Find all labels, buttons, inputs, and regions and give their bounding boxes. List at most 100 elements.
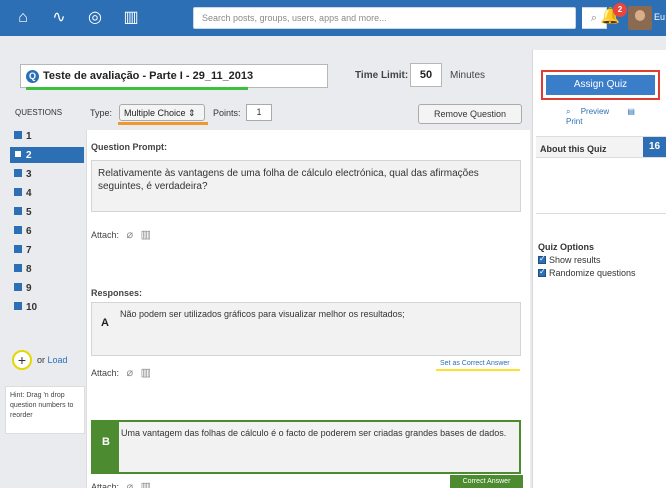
question-number: 2 [26, 150, 32, 161]
home-icon[interactable]: ⌂ [12, 8, 34, 28]
question-item[interactable]: 4 [14, 185, 84, 201]
response-a-textarea[interactable]: Não podem ser utilizados gráficos para v… [120, 308, 514, 350]
add-question-button[interactable]: + [12, 350, 32, 370]
points-input[interactable]: 1 [246, 104, 272, 121]
question-number: 8 [26, 264, 32, 275]
points-label: Points: [213, 108, 241, 118]
randomize-questions-label: Randomize questions [549, 268, 636, 278]
question-prompt-textarea[interactable]: Relativamente às vantagens de uma folha … [91, 160, 521, 212]
preview-link[interactable]: ⌕ Preview [566, 107, 617, 116]
notification-badge: 2 [613, 3, 627, 17]
question-item[interactable]: 10 [14, 299, 84, 315]
time-limit-input[interactable]: 50 [410, 63, 442, 87]
attach-label: Attach: [91, 368, 120, 378]
paperclip-icon[interactable]: ⌀ [127, 481, 134, 488]
question-square-icon [14, 169, 22, 177]
question-number: 4 [26, 188, 32, 199]
response-b-textarea[interactable]: Uma vantagem das folhas de cálculo é o f… [121, 427, 513, 469]
prompt-attach-row: Attach: ⌀ ▥ [91, 228, 151, 241]
attach-label: Attach: [91, 230, 120, 240]
correct-answer-badge: Correct Answer [450, 475, 523, 488]
question-item[interactable]: 9 [14, 280, 84, 296]
question-number: 9 [26, 283, 32, 294]
assign-quiz-highlight: Assign Quiz [541, 70, 660, 100]
question-item[interactable]: 8 [14, 261, 84, 277]
question-prompt-label: Question Prompt: [91, 142, 167, 152]
about-quiz-count-badge: 16 [643, 137, 666, 157]
randomize-questions-checkbox[interactable]: Randomize questions [538, 267, 636, 278]
printer-icon: ▤ [627, 107, 635, 116]
question-type-value: Multiple Choice [124, 108, 186, 118]
remove-question-button[interactable]: Remove Question [418, 104, 522, 124]
book-icon[interactable]: ▥ [120, 8, 142, 28]
user-avatar[interactable] [628, 6, 652, 30]
question-item[interactable]: 5 [14, 204, 84, 220]
quiz-options-title: Quiz Options [538, 242, 594, 252]
select-arrows-icon: ⇕ [188, 108, 196, 118]
quiz-title-field[interactable]: Q Teste de avaliação - Parte I - 29_11_2… [20, 64, 328, 88]
question-number: 5 [26, 207, 32, 218]
time-limit-label: Time Limit: [355, 70, 409, 81]
set-correct-answer-link[interactable]: Set as Correct Answer [440, 360, 510, 367]
response-b: B Uma vantagem das folhas de cálculo é o… [91, 420, 521, 474]
question-square-icon [14, 245, 22, 253]
media-book-icon[interactable]: ▥ [141, 229, 151, 241]
question-number: 7 [26, 245, 32, 256]
question-square-icon [14, 226, 22, 234]
questions-header: QUESTIONS [15, 108, 63, 117]
quiz-title-text: Teste de avaliação - Parte I - 29_11_201… [43, 70, 254, 82]
set-correct-highlight-underline [436, 369, 520, 371]
quiz-options-panel: Quiz Options Show results Randomize ques… [538, 242, 636, 278]
responses-label: Responses: [91, 288, 143, 298]
question-number: 3 [26, 169, 32, 180]
question-number: 1 [26, 131, 32, 142]
question-square-icon [14, 131, 22, 139]
question-item[interactable]: 2 [10, 147, 84, 163]
media-book-icon[interactable]: ▥ [141, 367, 151, 379]
or-label: or [37, 355, 46, 365]
response-a-attach-row: Attach: ⌀ ▥ [91, 366, 151, 379]
checkbox-checked-icon [538, 267, 546, 277]
question-type-select[interactable]: Multiple Choice ⇕ [119, 104, 205, 121]
search-input[interactable]: Search posts, groups, users, apps and mo… [193, 7, 576, 29]
preview-label: Preview [580, 107, 610, 116]
question-item[interactable]: 1 [14, 128, 84, 144]
question-number: 6 [26, 226, 32, 237]
print-label: Print [566, 117, 583, 126]
minutes-label: Minutes [450, 70, 486, 81]
paperclip-icon[interactable]: ⌀ [127, 229, 134, 241]
question-square-icon [14, 207, 22, 215]
question-item[interactable]: 3 [14, 166, 84, 182]
media-book-icon[interactable]: ▥ [141, 481, 151, 488]
show-results-label: Show results [549, 255, 601, 265]
question-square-icon [14, 150, 22, 158]
response-a: A Não podem ser utilizados gráficos para… [91, 302, 521, 356]
compass-icon[interactable]: ◎ [84, 8, 106, 28]
reorder-hint: Hint: Drag 'n drop question numbers to r… [5, 386, 85, 434]
response-letter: A [101, 317, 109, 329]
show-results-checkbox[interactable]: Show results [538, 254, 636, 265]
preview-print-row: ⌕ Preview ▤ Print [566, 107, 666, 126]
response-b-attach-row: Attach: ⌀ ▥ [91, 480, 151, 488]
type-label: Type: [90, 108, 113, 118]
question-square-icon [14, 264, 22, 272]
response-letter: B [93, 422, 119, 472]
magnifier-icon: ⌕ [566, 107, 571, 116]
quiz-icon: Q [26, 70, 39, 83]
question-item[interactable]: 7 [14, 242, 84, 258]
type-highlight-underline [118, 122, 208, 125]
checkbox-checked-icon [538, 254, 546, 264]
question-square-icon [14, 302, 22, 310]
question-item[interactable]: 6 [14, 223, 84, 239]
or-load-row: or Load [37, 355, 68, 365]
question-square-icon [14, 283, 22, 291]
question-square-icon [14, 188, 22, 196]
user-name-label[interactable]: Eu [654, 12, 665, 22]
question-number: 10 [26, 302, 38, 313]
title-highlight-underline [26, 87, 248, 90]
activity-icon[interactable]: ∿ [48, 8, 70, 28]
paperclip-icon[interactable]: ⌀ [127, 367, 134, 379]
about-quiz-panel [536, 160, 666, 214]
load-link[interactable]: Load [48, 355, 68, 365]
assign-quiz-button[interactable]: Assign Quiz [546, 75, 655, 95]
